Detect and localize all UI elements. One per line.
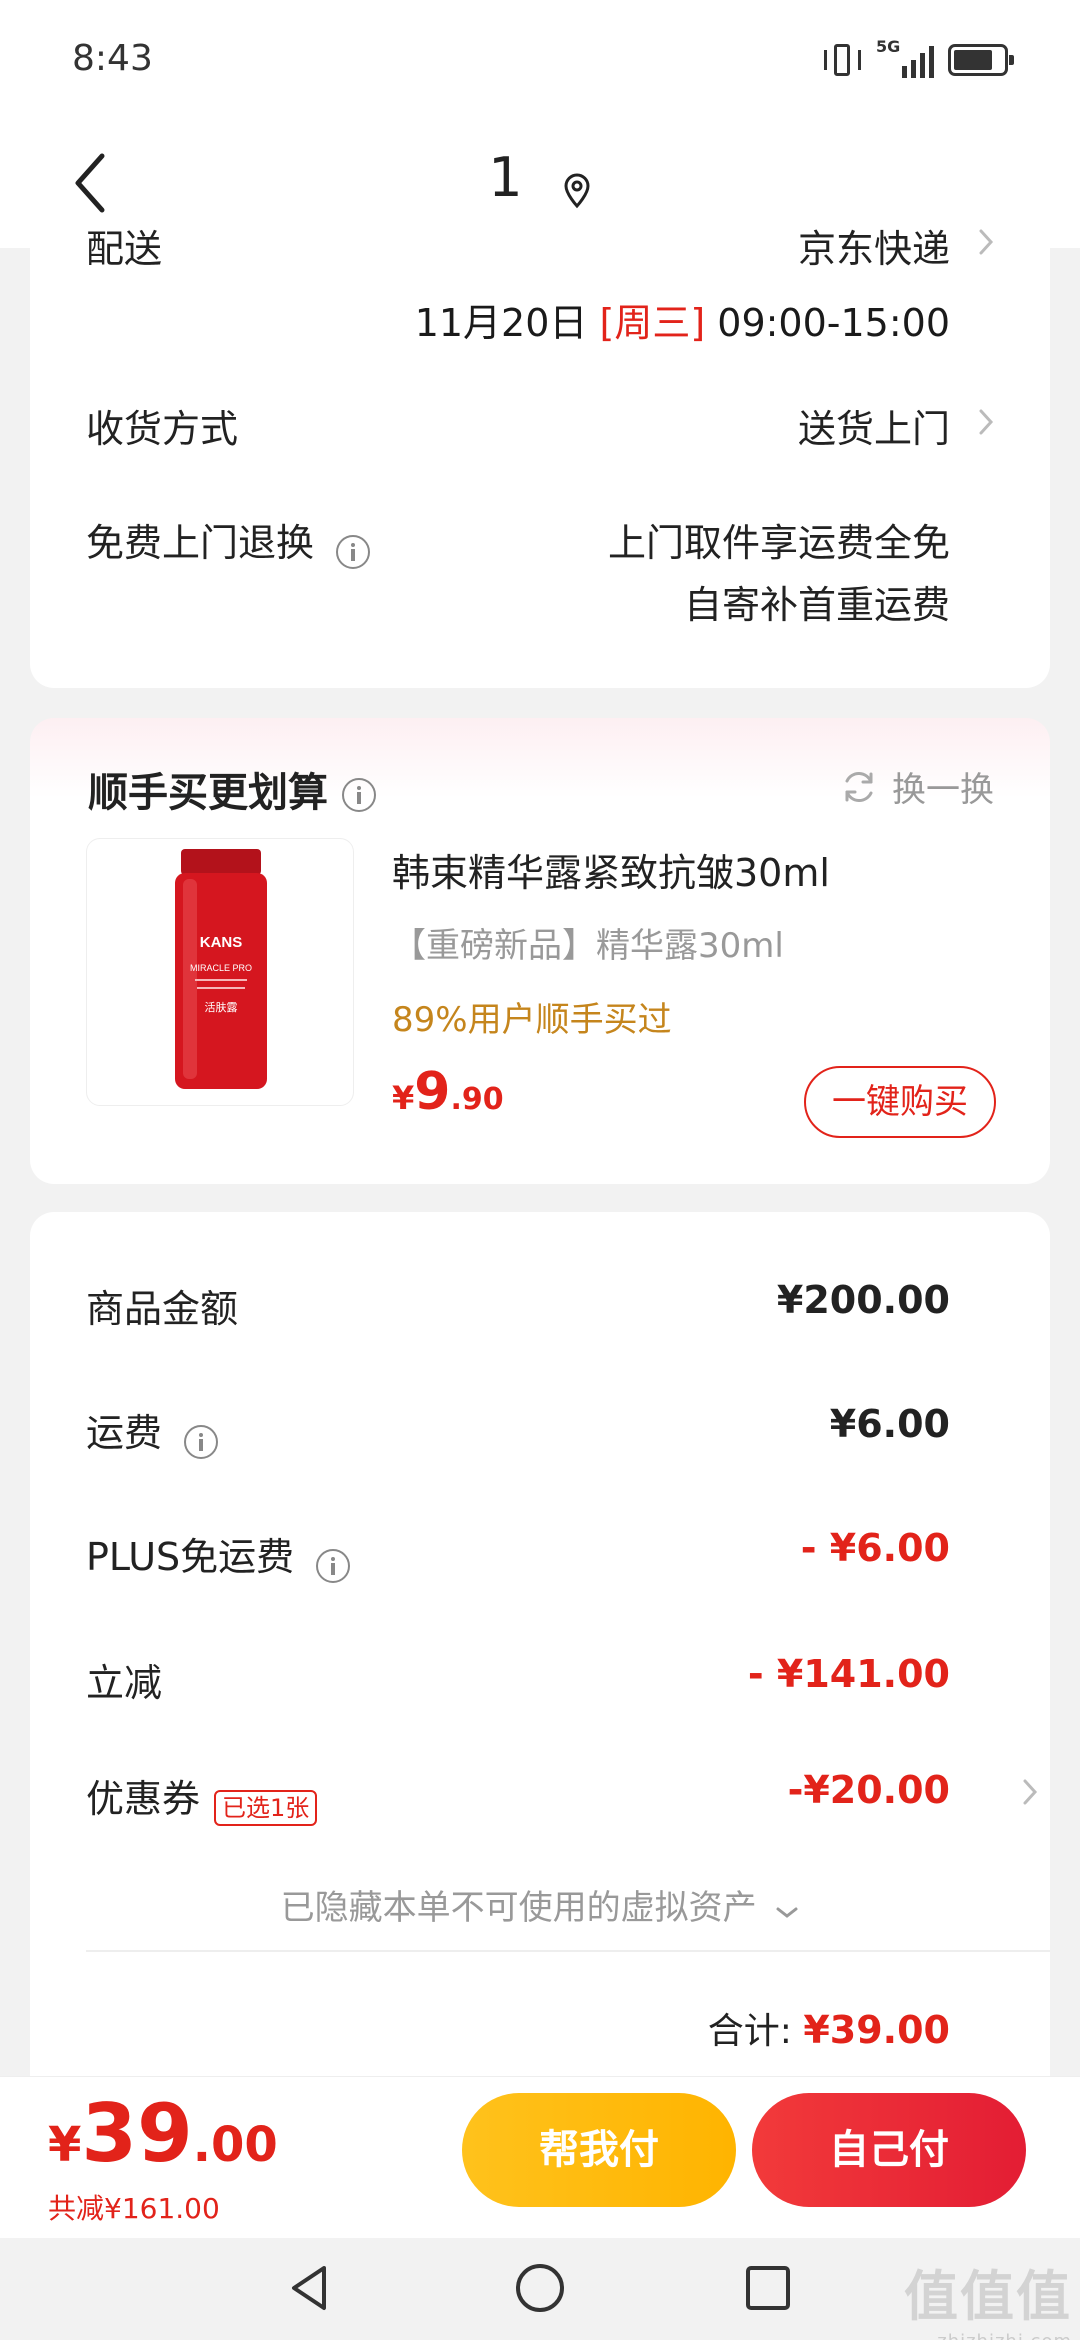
receive-method-row[interactable]: 收货方式 送货上门 (86, 398, 994, 451)
total-saved: 共减¥161.00 (48, 2192, 220, 2225)
page-title[interactable]: 1 (0, 142, 1080, 209)
signal-icon: 5G (876, 38, 934, 78)
product-image[interactable]: KANS MIRACLE PRO 活肤露 (86, 838, 354, 1106)
coupon-selected-badge: 已选1张 (214, 1789, 318, 1826)
swap-label: 换一换 (892, 770, 994, 810)
chevron-right-icon (978, 408, 994, 436)
order-total: 合计: ¥39.00 (708, 2002, 950, 2054)
chevron-right-icon (978, 228, 994, 256)
delivery-card: 配送 京东快递 11月20日 [周三] 09:00-15:00 收货方式 送货上… (30, 227, 1050, 688)
coupon-value: -¥20.00 (787, 1768, 950, 1812)
checkout-price-integer: 39 (81, 2087, 193, 2180)
total-amount: ¥39.00 (803, 2008, 950, 2052)
bottle-cn: 活肤露 (205, 1000, 238, 1014)
bottle-line: MIRACLE PRO (190, 963, 252, 973)
price-integer: 9 (414, 1062, 451, 1122)
delivery-time-window: 09:00-15:00 (717, 301, 950, 345)
swap-button[interactable]: 换一换 (840, 762, 994, 811)
nav-recents-icon[interactable] (738, 2258, 798, 2318)
plus-freight-label: PLUS免运费 (86, 1535, 295, 1579)
free-return-row: 免费上门退换 上门取件享运费全免 自寄补首重运费 (86, 512, 994, 642)
location-pin-icon (562, 159, 592, 209)
delivery-weekday: [周三] (599, 301, 706, 345)
product-popularity: 89%用户顺手买过 (392, 1000, 672, 1040)
delivery-time: 11月20日 [周三] 09:00-15:00 (86, 292, 994, 345)
checkout-bar: ¥39.00 共减¥161.00 帮我付 自己付 (0, 2076, 1080, 2238)
watermark-url: zhizhizhi.com (904, 2331, 1072, 2340)
chevron-down-icon (775, 1890, 799, 1930)
info-icon[interactable] (342, 778, 376, 812)
chevron-right-icon (1022, 1778, 1038, 1806)
product-price: ¥9.90 (392, 1062, 504, 1122)
addon-title-text: 顺手买更划算 (88, 770, 328, 816)
hidden-assets-text: 已隐藏本单不可使用的虚拟资产 (280, 1888, 757, 1928)
page-title-text: 1 (488, 145, 523, 209)
watermark: 值值值 zhizhizhi.com (904, 2252, 1072, 2340)
receive-method-value: 送货上门 (797, 407, 950, 451)
delivery-carrier: 京东快递 (797, 227, 950, 271)
free-return-label: 免费上门退换 (86, 521, 315, 565)
refresh-icon (840, 768, 878, 806)
info-icon[interactable] (316, 1548, 351, 1583)
goods-amount-row: 商品金额 ¥200.00 (86, 1278, 994, 1331)
price-decimal: .90 (450, 1082, 504, 1117)
watermark-logo: 值值值 (904, 2265, 1072, 2328)
checkout-currency: ¥ (48, 2117, 82, 2173)
one-click-buy-button[interactable]: 一键购买 (804, 1066, 996, 1138)
battery-icon (948, 44, 1014, 76)
total-label: 合计: (707, 2011, 792, 2052)
plus-freight-value: - ¥6.00 (800, 1526, 950, 1570)
help-pay-button[interactable]: 帮我付 (462, 2093, 736, 2207)
product-name[interactable]: 韩束精华露紧致抗皱30ml (392, 842, 830, 897)
status-bar: 8:43 5G (0, 0, 1080, 120)
product-tag: 【重磅新品】精华露30ml (392, 926, 784, 966)
addon-title: 顺手买更划算 (88, 760, 376, 818)
coupon-row[interactable]: 优惠券 已选1张 -¥20.00 (86, 1768, 1038, 1826)
instant-discount-label: 立减 (86, 1661, 163, 1705)
freight-row: 运费 ¥6.00 (86, 1402, 994, 1459)
coupon-label: 优惠券 (86, 1777, 201, 1821)
freight-value: ¥6.00 (829, 1402, 950, 1446)
status-time: 8:43 (72, 38, 153, 79)
goods-amount-value: ¥200.00 (776, 1278, 950, 1322)
self-pay-button[interactable]: 自己付 (752, 2093, 1026, 2207)
delivery-row[interactable]: 配送 京东快递 (86, 218, 994, 271)
status-icons: 5G (822, 38, 1014, 78)
checkout-price-decimal: .00 (192, 2117, 278, 2173)
nav-back-icon[interactable] (280, 2258, 340, 2318)
instant-discount-value: - ¥141.00 (747, 1652, 950, 1696)
network-type: 5G (876, 37, 901, 56)
info-icon[interactable] (336, 534, 371, 569)
freight-label: 运费 (86, 1411, 163, 1455)
nav-home-icon[interactable] (510, 2258, 570, 2318)
free-return-line2: 自寄补首重运费 (683, 583, 950, 627)
price-currency: ¥ (392, 1079, 415, 1117)
receive-method-label: 收货方式 (86, 407, 239, 451)
plus-freight-row: PLUS免运费 - ¥6.00 (86, 1526, 994, 1583)
delivery-label: 配送 (86, 227, 163, 271)
checkout-price: ¥39.00 (48, 2087, 278, 2180)
divider (86, 1950, 1050, 1952)
goods-amount-label: 商品金额 (86, 1287, 239, 1331)
vibrate-icon (822, 42, 862, 78)
free-return-line1: 上门取件享运费全免 (607, 521, 950, 565)
addon-card: 顺手买更划算 换一换 KANS MIRACLE PRO 活肤露 韩束精华露紧致抗… (30, 718, 1050, 1184)
delivery-date: 11月20日 (414, 301, 588, 345)
instant-discount-row: 立减 - ¥141.00 (86, 1652, 994, 1705)
info-icon[interactable] (184, 1424, 219, 1459)
price-summary-card: 商品金额 ¥200.00 运费 ¥6.00 PLUS免运费 - ¥6.00 立减… (30, 1212, 1050, 2112)
bottle-brand: KANS (200, 934, 243, 951)
hidden-assets-toggle[interactable]: 已隐藏本单不可使用的虚拟资产 (30, 1880, 1050, 1930)
